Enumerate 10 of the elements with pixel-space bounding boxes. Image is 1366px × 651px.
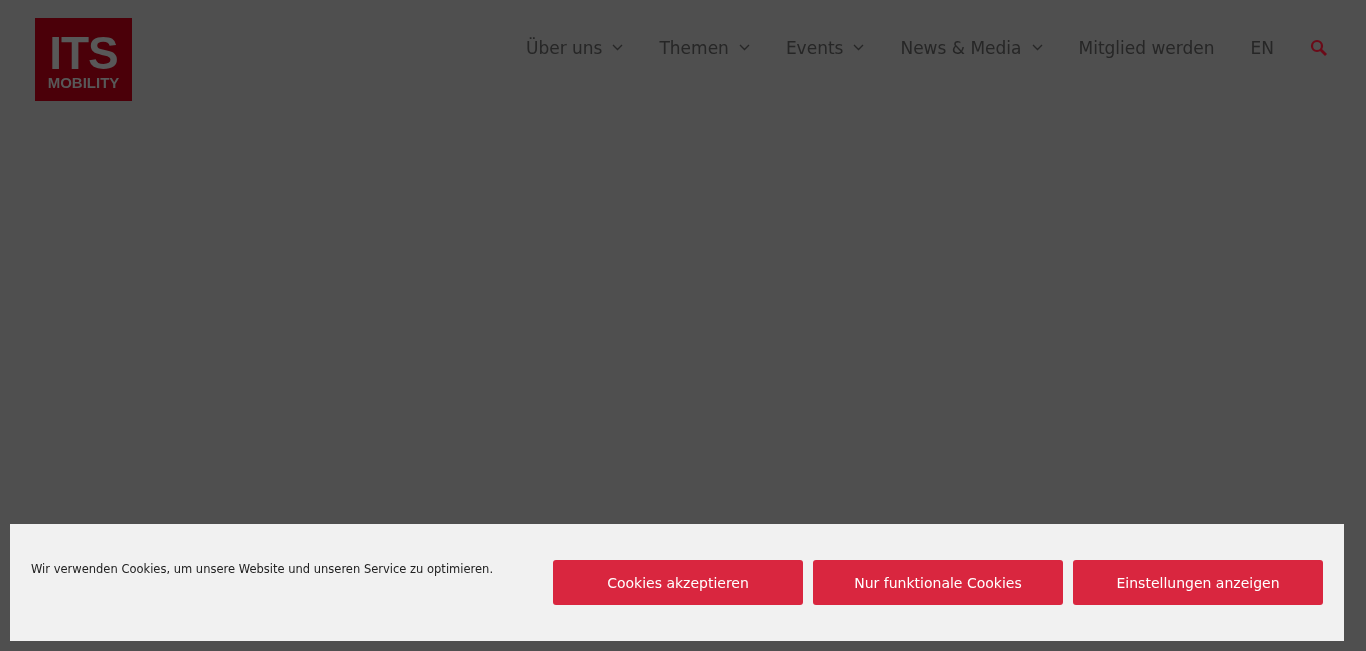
cookie-button[interactable]: Einstellungen anzeigen: [1073, 560, 1323, 605]
chevron-down-icon: [853, 44, 865, 51]
cookie-button[interactable]: Cookies akzeptieren: [553, 560, 803, 605]
search-icon[interactable]: [1310, 38, 1328, 57]
chevron-down-icon: [612, 44, 624, 51]
chevron-down-icon: [1031, 44, 1043, 51]
cookie-message: Wir verwenden Cookies, um unsere Website und unseren Service zu optimieren.: [31, 561, 494, 576]
chevron-down-icon: [738, 44, 750, 51]
logo[interactable]: ITS MOBILITY: [35, 18, 132, 101]
cookie-button[interactable]: Nur funktionale Cookies: [813, 560, 1063, 605]
